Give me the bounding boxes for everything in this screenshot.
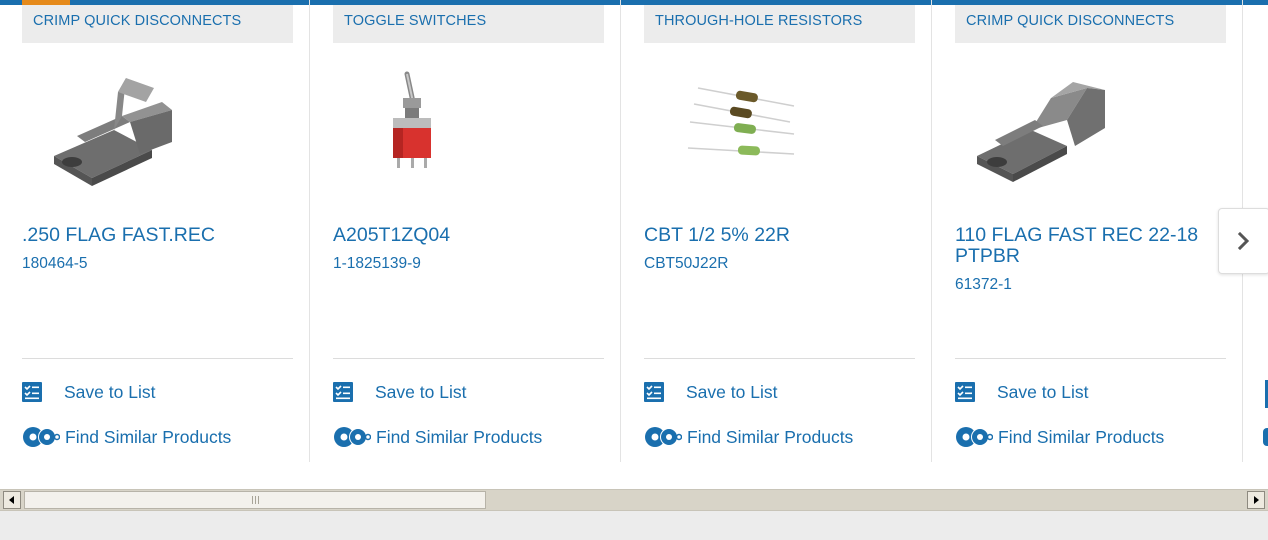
part-number[interactable]: CBT50J22R xyxy=(644,255,894,273)
product-link[interactable]: 110 FLAG FAST REC 22-18 PTPBR 61372-1 xyxy=(955,225,1205,294)
checklist-icon xyxy=(333,382,353,402)
product-image[interactable] xyxy=(22,58,192,198)
divider xyxy=(333,358,604,359)
checklist-icon xyxy=(644,382,664,402)
grip-icon xyxy=(251,496,259,504)
product-card: CRIMP QUICK DISCONNECTS .250 FLAG FAST.R… xyxy=(0,0,310,462)
product-name[interactable]: .250 FLAG FAST.REC xyxy=(22,224,215,246)
product-link[interactable]: A205T1ZQ04 1-1825139-9 xyxy=(333,225,583,273)
category-label[interactable]: CRIMP QUICK DISCONNECTS xyxy=(955,5,1226,43)
save-label: Save to List xyxy=(997,381,1089,402)
category-label[interactable]: CRIMP QUICK DISCONNECTS xyxy=(22,5,293,43)
save-to-list-button[interactable]: Save to List xyxy=(22,380,155,404)
product-link[interactable]: .250 FLAG FAST.REC 180464-5 xyxy=(22,225,272,273)
triangle-left-icon xyxy=(9,496,14,504)
save-to-list-button[interactable]: Save to List xyxy=(644,380,777,404)
horizontal-scrollbar[interactable] xyxy=(0,489,1268,511)
bottom-panel xyxy=(0,511,1268,540)
divider xyxy=(22,358,293,359)
part-number[interactable]: 61372-1 xyxy=(955,276,1205,294)
gears-icon xyxy=(645,427,682,447)
find-similar-button[interactable]: Find Similar Products xyxy=(644,425,853,449)
similar-label: Find Similar Products xyxy=(687,426,854,447)
chevron-right-icon xyxy=(1237,232,1250,250)
product-image[interactable] xyxy=(333,58,503,198)
product-card: THROUGH-HOLE RESISTORS CBT 1/2 5% 22R CB… xyxy=(622,0,932,462)
product-image[interactable] xyxy=(955,58,1125,198)
find-similar-button[interactable]: Find Similar Products xyxy=(22,425,231,449)
checklist-icon xyxy=(955,382,975,402)
save-label: Save to List xyxy=(64,381,156,402)
product-name[interactable]: CBT 1/2 5% 22R xyxy=(644,224,790,246)
part-number[interactable]: 180464-5 xyxy=(22,255,272,273)
similar-label: Find Similar Products xyxy=(376,426,543,447)
gears-icon xyxy=(956,427,993,447)
save-to-list-button[interactable]: Save to List xyxy=(955,380,1088,404)
similar-label: Find Similar Products xyxy=(998,426,1165,447)
triangle-right-icon xyxy=(1254,496,1259,504)
gears-icon[interactable] xyxy=(1263,428,1268,446)
product-card: CRIMP QUICK DISCONNECTS 110 FLAG FAST RE… xyxy=(933,0,1243,462)
divider xyxy=(955,358,1226,359)
find-similar-button[interactable]: Find Similar Products xyxy=(955,425,1164,449)
category-label[interactable]: TOGGLE SWITCHES xyxy=(333,5,604,43)
save-label: Save to List xyxy=(686,381,778,402)
scroll-left-button[interactable] xyxy=(3,491,21,509)
gears-icon xyxy=(23,427,60,447)
product-link[interactable]: CBT 1/2 5% 22R CBT50J22R xyxy=(644,225,894,273)
divider xyxy=(644,358,915,359)
scrollbar-thumb[interactable] xyxy=(24,491,486,509)
product-name[interactable]: 110 FLAG FAST REC 22-18 PTPBR xyxy=(955,224,1198,267)
product-name[interactable]: A205T1ZQ04 xyxy=(333,224,450,246)
save-label: Save to List xyxy=(375,381,467,402)
gears-icon xyxy=(334,427,371,447)
carousel-next-button[interactable] xyxy=(1218,208,1268,274)
scroll-right-button[interactable] xyxy=(1247,491,1265,509)
part-number[interactable]: 1-1825139-9 xyxy=(333,255,583,273)
find-similar-button[interactable]: Find Similar Products xyxy=(333,425,542,449)
checklist-icon xyxy=(22,382,42,402)
product-image[interactable] xyxy=(644,58,814,198)
category-label[interactable]: THROUGH-HOLE RESISTORS xyxy=(644,5,915,43)
product-card: TOGGLE SWITCHES A205T1ZQ04 1-1825139-9 S… xyxy=(311,0,621,462)
similar-label: Find Similar Products xyxy=(65,426,232,447)
save-to-list-button[interactable]: Save to List xyxy=(333,380,466,404)
